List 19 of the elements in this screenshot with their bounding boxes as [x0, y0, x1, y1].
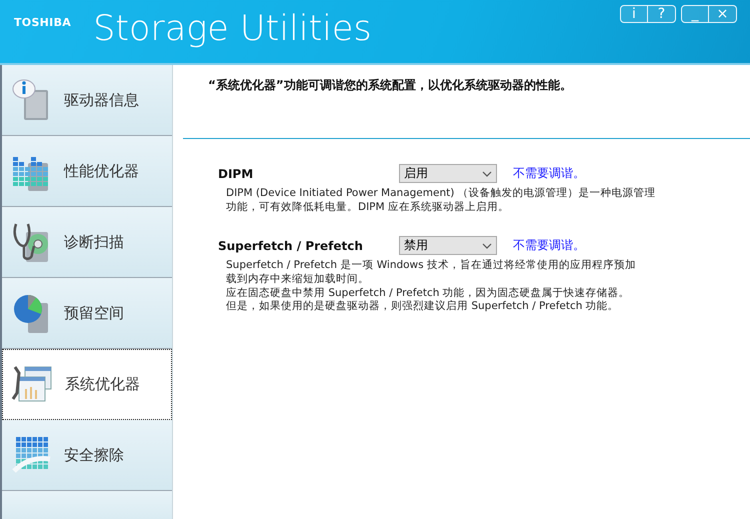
intro-text: “系统优化器”功能可调谐您的系统配置，以优化系统驱动器的性能。: [208, 77, 573, 94]
sidebar-item[interactable]: 性能优化器: [2, 136, 172, 207]
brand-logo: TOSHIBA: [14, 16, 72, 29]
status-text: 不需要调谐。: [513, 237, 585, 254]
app-title: Storage Utilities: [93, 10, 372, 48]
chevron-down-icon: [482, 170, 492, 176]
sidebar-item[interactable]: 系统优化器: [2, 349, 172, 420]
sidebar-item[interactable]: 驱动器信息: [2, 65, 172, 136]
dropdown[interactable]: 禁用: [399, 236, 497, 256]
sidebar-item[interactable]: 预留空间: [2, 278, 172, 349]
dropdown[interactable]: 启用: [399, 164, 497, 183]
setting-description: Superfetch / Prefetch 是一项 Windows 技术，旨在通过将经常使用的应用程序预加 载到内存中来缩短加载时间。 应在固态硬盘中禁用 Superfetch / Prefetch 功能，因为固态硬盘属于快速存储器。 但是，如果使用的是硬盘驱动器，则强烈建议启用 Superfetch / Prefetch 功能。: [226, 259, 637, 314]
chevron-down-icon: [482, 242, 492, 249]
sidebar-item[interactable]: 诊断扫描: [2, 207, 172, 278]
status-text: 不需要调谐。: [513, 165, 585, 182]
sidebar-item[interactable]: 安全擦除: [2, 420, 172, 491]
setting-name: Superfetch / Prefetch: [218, 238, 364, 253]
setting-description: DIPM (Device Initiated Power Management) （设备触发的电源管理）是一种电源管理 功能，可有效降低耗电量。DIPM 应在系统驱动器上启用。: [226, 187, 657, 214]
setting-name: DIPM: [218, 166, 254, 180]
